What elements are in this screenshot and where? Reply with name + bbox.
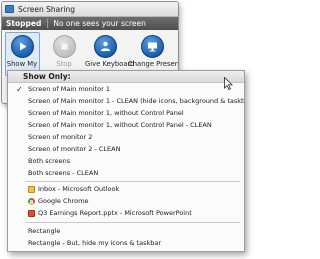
menu-item-label: Screen of Main monitor 1, without Contro… bbox=[28, 109, 184, 117]
status-divider bbox=[47, 19, 49, 28]
menu-item-label: Both screens bbox=[28, 157, 71, 165]
menu-item-app-powerpoint[interactable]: Q3 Earnings Report.pptx - Microsoft Powe… bbox=[8, 208, 244, 219]
menu-item-label: Screen of monitor 2 - CLEAN bbox=[28, 145, 121, 153]
powerpoint-icon bbox=[28, 210, 35, 217]
menu-item-main-monitor-1-no-control-panel[interactable]: Screen of Main monitor 1, without Contro… bbox=[8, 108, 244, 119]
menu-item-label: Rectangle - But, hide my icons & taskbar bbox=[28, 239, 162, 247]
menu-item-main-monitor-1[interactable]: ✓ Screen of Main monitor 1 bbox=[8, 84, 244, 95]
menu-item-label: Rectangle bbox=[28, 227, 61, 235]
window-title: Screen Sharing bbox=[18, 4, 75, 14]
menu-item-label: Both screens - CLEAN bbox=[28, 169, 99, 177]
title-bar[interactable]: Screen Sharing bbox=[2, 2, 178, 17]
menu-item-label: Screen of Main monitor 1 - CLEAN (hide i… bbox=[28, 97, 244, 105]
stop-button[interactable]: Stop bbox=[44, 35, 84, 68]
menu-item-rectangle[interactable]: Rectangle bbox=[8, 226, 244, 237]
menu-item-main-monitor-1-no-control-panel-clean[interactable]: Screen of Main monitor 1, without Contro… bbox=[8, 120, 244, 131]
status-bar: Stopped No one sees your screen bbox=[2, 17, 178, 30]
mouse-cursor-icon bbox=[224, 77, 233, 90]
presenter-icon bbox=[140, 35, 164, 58]
outlook-icon bbox=[28, 186, 35, 193]
menu-item-label: Q3 Earnings Report.pptx - Microsoft Powe… bbox=[38, 209, 192, 217]
menu-item-app-outlook[interactable]: Inbox - Microsoft Outlook bbox=[8, 184, 244, 195]
play-icon bbox=[10, 35, 34, 58]
menu-item-label: Inbox - Microsoft Outlook bbox=[38, 185, 120, 193]
status-state: Stopped bbox=[6, 19, 42, 28]
menu-item-label: Screen of Main monitor 1 bbox=[28, 85, 110, 93]
menu-item-both-screens-clean[interactable]: Both screens - CLEAN bbox=[8, 168, 244, 179]
give-keyboard-label: Give Keyboard bbox=[85, 60, 135, 68]
menu-item-rectangle-hide-icons[interactable]: Rectangle - But, hide my icons & taskbar bbox=[8, 238, 244, 249]
menu-item-app-chrome[interactable]: Google Chrome bbox=[8, 196, 244, 207]
menu-separator bbox=[25, 222, 240, 223]
screen-share-icon bbox=[5, 5, 14, 13]
show-my-label: Show My bbox=[6, 60, 38, 68]
keyboard-icon bbox=[93, 35, 117, 58]
menu-item-main-monitor-1-clean[interactable]: Screen of Main monitor 1 - CLEAN (hide i… bbox=[8, 96, 244, 107]
status-message: No one sees your screen bbox=[53, 19, 146, 28]
menu-item-label: Screen of Main monitor 1, without Contro… bbox=[28, 121, 212, 129]
chrome-icon bbox=[28, 198, 35, 205]
checkmark-icon: ✓ bbox=[16, 85, 23, 94]
change-presenter-button[interactable]: Change Presenter bbox=[128, 35, 179, 68]
menu-item-both-screens[interactable]: Both screens bbox=[8, 156, 244, 167]
show-only-menu: Show Only: ✓ Screen of Main monitor 1 Sc… bbox=[7, 70, 245, 252]
menu-header: Show Only: bbox=[8, 71, 244, 83]
menu-item-monitor-2[interactable]: Screen of monitor 2 bbox=[8, 132, 244, 143]
show-my-button[interactable]: Show My bbox=[2, 35, 42, 68]
menu-item-monitor-2-clean[interactable]: Screen of monitor 2 - CLEAN bbox=[8, 144, 244, 155]
stop-label: Stop bbox=[56, 60, 72, 68]
change-presenter-label: Change Presenter bbox=[128, 60, 179, 68]
menu-separator bbox=[25, 181, 240, 182]
menu-item-label: Google Chrome bbox=[38, 197, 89, 205]
menu-item-label: Screen of monitor 2 bbox=[28, 133, 93, 141]
give-keyboard-button[interactable]: Give Keyboard bbox=[85, 35, 135, 68]
stop-icon bbox=[52, 35, 76, 58]
